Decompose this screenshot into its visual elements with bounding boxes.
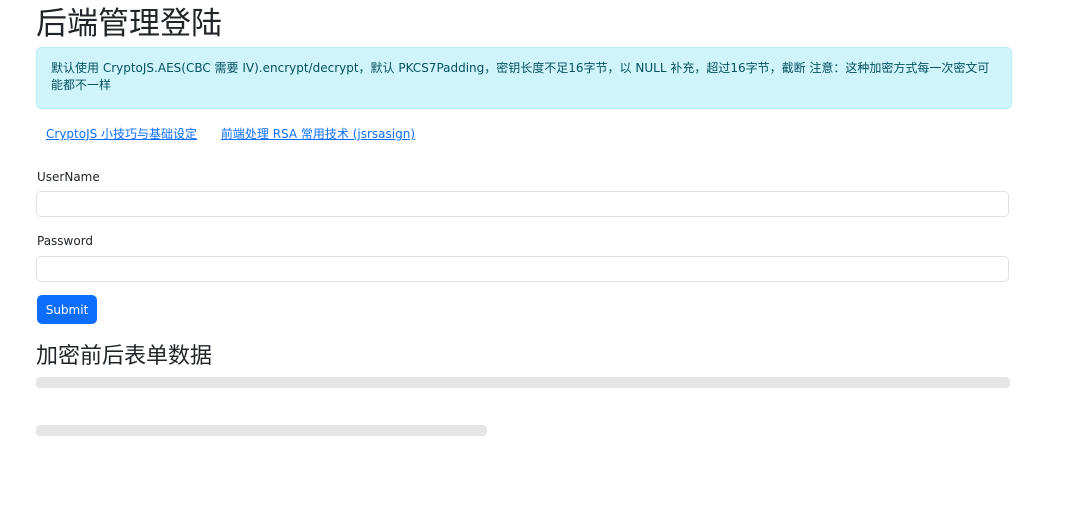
username-label: UserName [37, 170, 100, 184]
result-placeholder-before [36, 377, 1010, 388]
info-alert: 默认使用 CryptoJS.AES(CBC 需要 IV).encrypt/dec… [36, 47, 1012, 109]
username-input[interactable] [36, 191, 1009, 217]
password-input[interactable] [36, 256, 1009, 282]
page-title: 后端管理登陆 [36, 6, 222, 42]
info-alert-text: 默认使用 CryptoJS.AES(CBC 需要 IV).encrypt/dec… [51, 61, 990, 92]
password-label: Password [37, 234, 94, 248]
result-section-title: 加密前后表单数据 [36, 344, 213, 369]
rsa-jsrsasign-link[interactable]: 前端处理 RSA 常用技术 (jsrsasign) [221, 127, 415, 141]
result-placeholder-after [36, 425, 487, 436]
login-page: 后端管理登陆 默认使用 CryptoJS.AES(CBC 需要 IV).encr… [0, 0, 1080, 515]
reference-links: CryptoJS 小技巧与基础设定 前端处理 RSA 常用技术 (jsrsasi… [46, 126, 435, 142]
cryptojs-tips-link[interactable]: CryptoJS 小技巧与基础设定 [46, 127, 197, 141]
submit-button[interactable]: Submit [37, 295, 97, 324]
